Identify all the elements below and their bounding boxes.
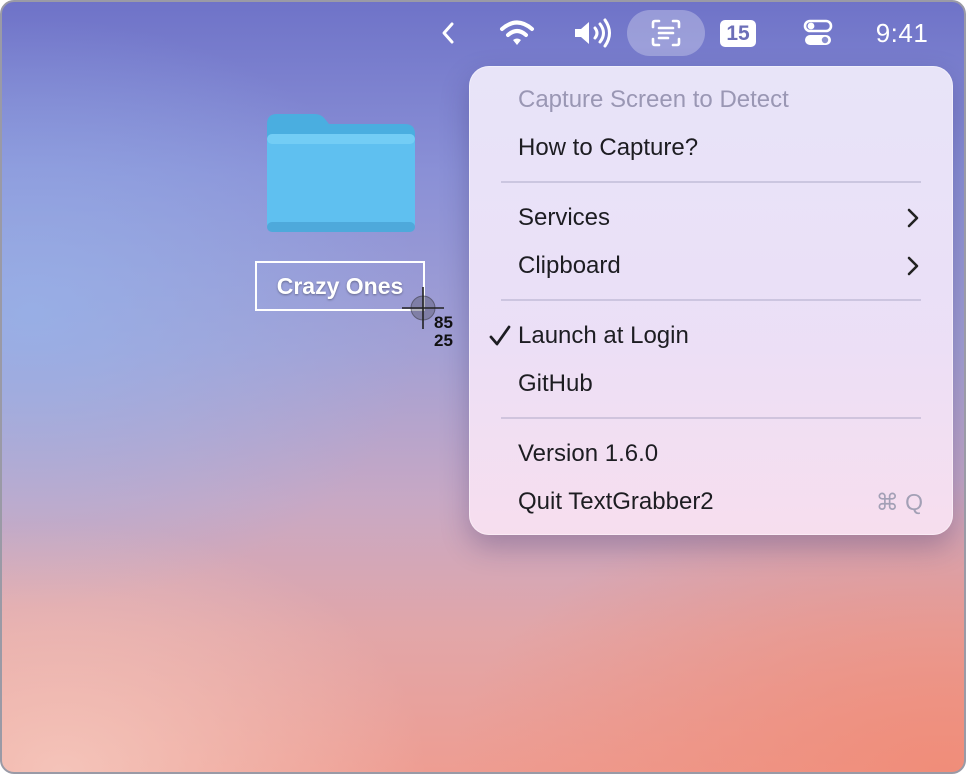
menu-item-label: Launch at Login bbox=[518, 322, 689, 349]
menu-item-label: Version 1.6.0 bbox=[518, 440, 659, 467]
menu-item-label: GitHub bbox=[518, 370, 593, 397]
volume-icon[interactable] bbox=[567, 10, 617, 56]
date-badge: 15 bbox=[720, 19, 756, 47]
menu-item-label: Services bbox=[518, 204, 611, 231]
chevron-right-icon bbox=[907, 256, 919, 276]
menu-separator bbox=[501, 417, 921, 419]
calendar-badge[interactable]: 15 bbox=[715, 10, 761, 56]
menu-item-label: How to Capture? bbox=[518, 134, 699, 161]
menu-item-github[interactable]: GitHub bbox=[469, 362, 953, 406]
menu-item-quit[interactable]: Quit TextGrabber2 ⌘ Q bbox=[469, 480, 953, 524]
menu-item-version[interactable]: Version 1.6.0 bbox=[469, 432, 953, 476]
menu-bar-clock[interactable]: 9:41 bbox=[866, 10, 938, 56]
menu-item-services[interactable]: Services bbox=[469, 196, 953, 240]
control-center-icon[interactable] bbox=[799, 10, 837, 56]
chevron-left-icon[interactable] bbox=[434, 10, 462, 56]
menu-separator bbox=[501, 299, 921, 301]
cursor-y: 25 bbox=[434, 331, 453, 350]
cursor-x: 85 bbox=[434, 313, 453, 332]
menu-item-label: Clipboard bbox=[518, 252, 621, 279]
menu-item-how-to-capture[interactable]: How to Capture? bbox=[469, 126, 953, 170]
folder-name-text: Crazy Ones bbox=[276, 272, 404, 299]
menu-separator bbox=[501, 181, 921, 183]
menu-item-clipboard[interactable]: Clipboard bbox=[469, 244, 953, 288]
folder-icon[interactable] bbox=[265, 110, 417, 238]
desktop: 15 9:41 Crazy Ones 85 25 Capture Screen … bbox=[0, 0, 966, 774]
textgrabber-menu: Capture Screen to Detect How to Capture?… bbox=[469, 66, 953, 535]
keyboard-shortcut: ⌘ Q bbox=[875, 488, 923, 515]
chevron-right-icon bbox=[907, 208, 919, 228]
menu-bar: 15 9:41 bbox=[2, 2, 964, 64]
wifi-icon[interactable] bbox=[494, 10, 540, 56]
menu-item-capture-screen: Capture Screen to Detect bbox=[469, 78, 953, 122]
menu-item-launch-at-login[interactable]: Launch at Login bbox=[469, 314, 953, 358]
menu-item-label: Quit TextGrabber2 bbox=[518, 488, 714, 515]
textgrabber-icon[interactable] bbox=[627, 10, 705, 56]
clock-text: 9:41 bbox=[875, 17, 929, 48]
menu-item-label: Capture Screen to Detect bbox=[518, 86, 789, 113]
checkmark-icon bbox=[489, 325, 511, 346]
cursor-coordinates: 85 25 bbox=[434, 314, 453, 350]
